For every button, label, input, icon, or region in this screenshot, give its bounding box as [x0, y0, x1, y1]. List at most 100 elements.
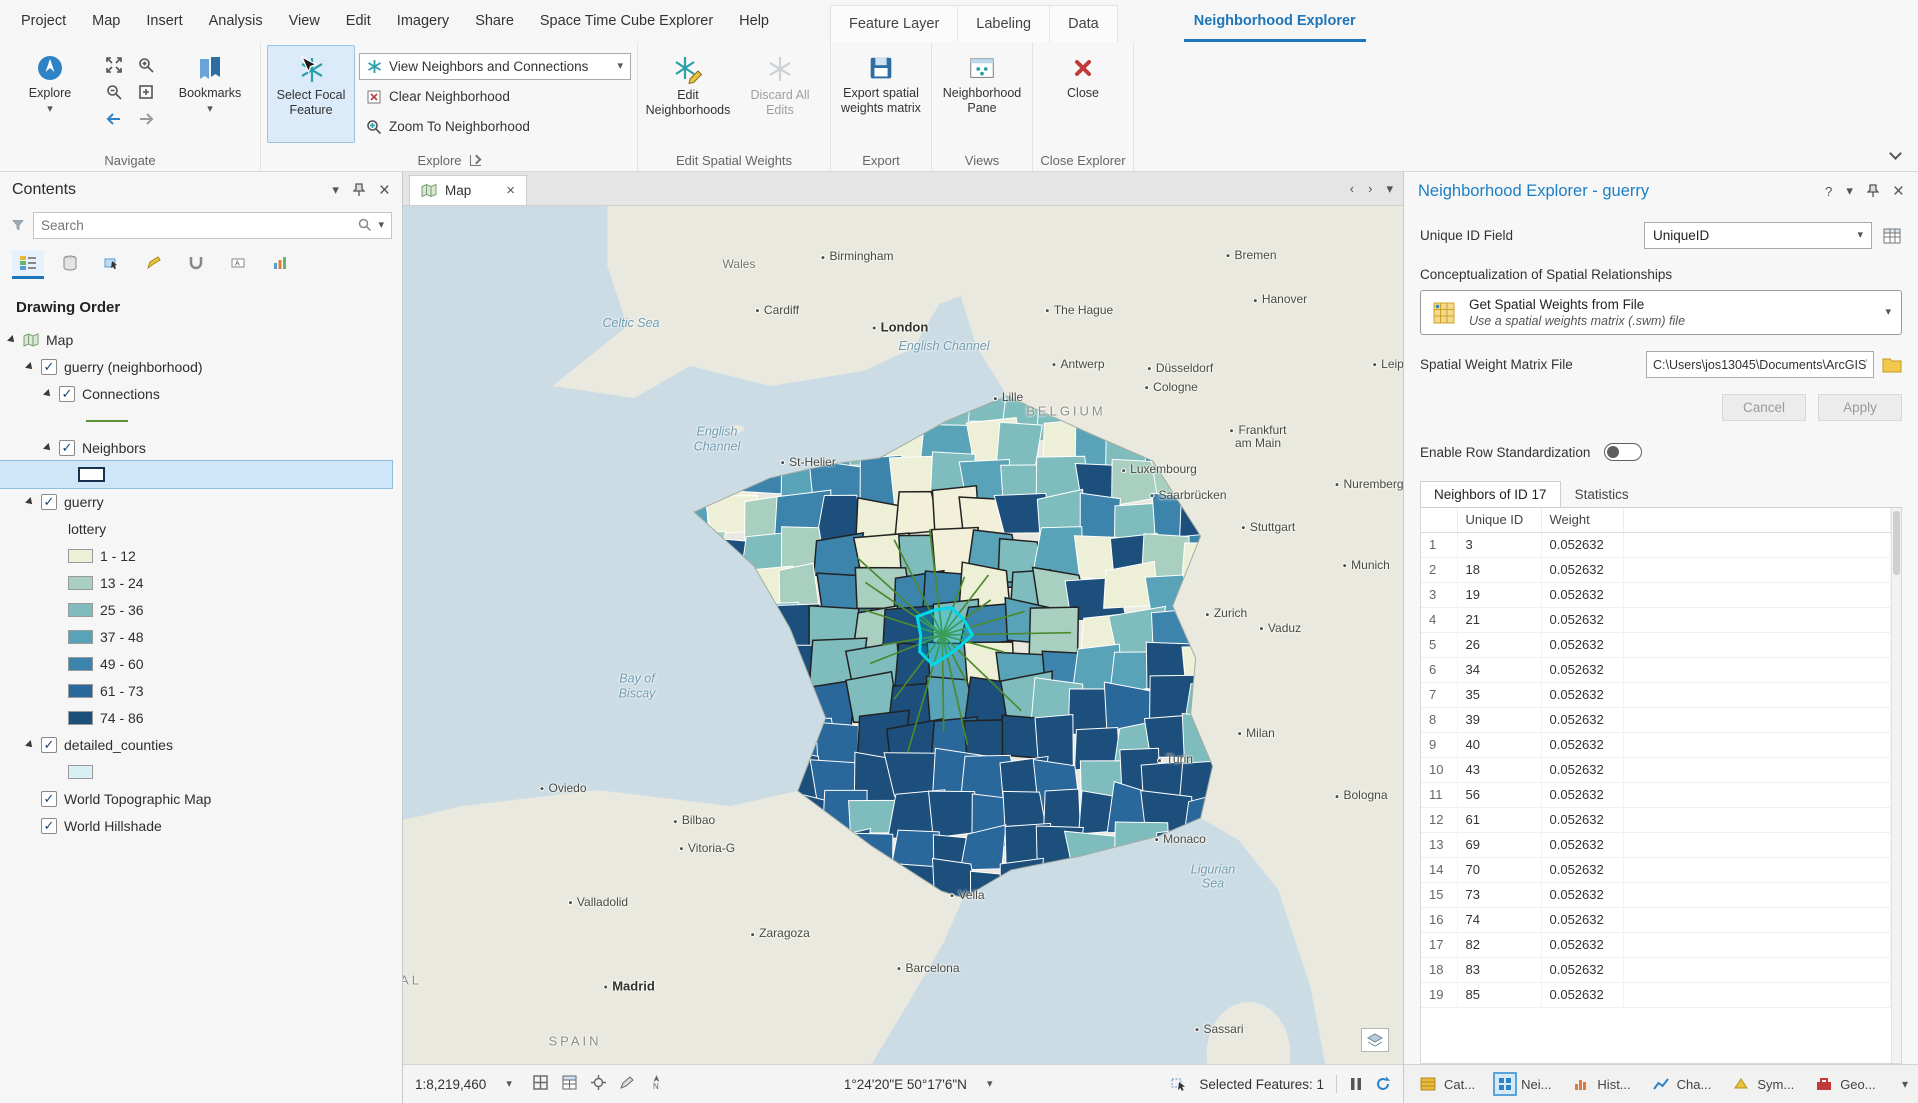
cancel-button[interactable]: Cancel [1722, 394, 1806, 421]
matrix-file-input[interactable] [1646, 351, 1874, 378]
close-tab-icon[interactable]: × [506, 183, 515, 198]
weight-row[interactable]: 3190.052632 [1421, 582, 1891, 607]
line-symbol[interactable] [86, 420, 128, 422]
expand-icon[interactable] [25, 362, 35, 372]
edit-neighborhoods-button[interactable]: Edit Neighborhoods [644, 45, 732, 143]
snap-crosshair-icon[interactable] [590, 1074, 607, 1094]
weight-row[interactable]: 10430.052632 [1421, 757, 1891, 782]
polygon-symbol[interactable] [78, 467, 105, 482]
weight-row[interactable]: 17820.052632 [1421, 932, 1891, 957]
layer-checkbox[interactable]: ✓ [41, 359, 57, 375]
apply-button[interactable]: Apply [1818, 394, 1902, 421]
menu-share[interactable]: Share [462, 0, 527, 42]
legend-item[interactable]: 61 - 73 [0, 677, 402, 704]
menu-space-time-cube-explorer[interactable]: Space Time Cube Explorer [527, 0, 726, 42]
legend-item[interactable]: 49 - 60 [0, 650, 402, 677]
tab-statistics[interactable]: Statistics [1561, 481, 1643, 507]
list-by-drawing-order-button[interactable] [12, 250, 44, 279]
menu-analysis[interactable]: Analysis [196, 0, 276, 42]
select-focal-feature-button[interactable]: Select Focal Feature [267, 45, 355, 143]
full-extent-icon[interactable] [105, 56, 123, 77]
weight-row[interactable]: 18830.052632 [1421, 957, 1891, 982]
tab-labeling[interactable]: Labeling [958, 6, 1050, 42]
legend-field-label[interactable]: lottery [0, 515, 402, 542]
dock-tab-geo[interactable]: Geo... [1806, 1071, 1883, 1097]
connections-symbol[interactable] [0, 407, 402, 434]
chevron-down-icon[interactable]: ▾ [1846, 183, 1853, 199]
layer-checkbox[interactable]: ✓ [41, 737, 57, 753]
weight-row[interactable]: 8390.052632 [1421, 707, 1891, 732]
layer-item-map[interactable]: Map [0, 326, 402, 353]
help-icon[interactable]: ? [1825, 184, 1832, 199]
map-overflow-button[interactable] [1361, 1028, 1389, 1052]
weight-row[interactable]: 9400.052632 [1421, 732, 1891, 757]
refresh-icon[interactable] [1375, 1076, 1391, 1092]
menu-project[interactable]: Project [8, 0, 79, 42]
layer-item-world-topographic-map[interactable]: ✓World Topographic Map [0, 785, 402, 812]
table-scrollbar[interactable] [1891, 508, 1901, 1063]
dock-tab-nei[interactable]: Nei... [1487, 1071, 1559, 1097]
close-explorer-button[interactable]: Close [1039, 45, 1127, 143]
edit-pencil-icon[interactable] [619, 1074, 636, 1094]
layer-checkbox[interactable]: ✓ [41, 494, 57, 510]
bookmarks-button[interactable]: Bookmarks ▾ [166, 45, 254, 143]
search-icon[interactable] [358, 218, 372, 232]
tab-data[interactable]: Data [1050, 6, 1117, 42]
weight-row[interactable]: 2180.052632 [1421, 557, 1891, 582]
list-by-source-button[interactable] [54, 250, 86, 279]
dock-tab-sym[interactable]: Sym... [1723, 1071, 1802, 1097]
legend-item[interactable] [0, 758, 402, 785]
layer-item-world-hillshade[interactable]: ✓World Hillshade [0, 812, 402, 839]
scroll-tabs-left-icon[interactable]: ‹ [1350, 181, 1354, 197]
scrollbar-thumb[interactable] [1893, 511, 1900, 575]
legend-item[interactable]: 1 - 12 [0, 542, 402, 569]
map-view-tab[interactable]: Map × [409, 175, 527, 205]
scale-dropdown[interactable]: 1:8,219,460 ▾ [415, 1077, 512, 1092]
zoom-to-neighborhood-button[interactable]: Zoom To Neighborhood [359, 113, 631, 140]
export-weights-button[interactable]: Export spatial weights matrix [837, 45, 925, 143]
browse-folder-icon[interactable] [1882, 356, 1902, 373]
tab-neighborhood-explorer[interactable]: Neighborhood Explorer [1176, 0, 1374, 42]
fixed-zoom-out-icon[interactable] [105, 83, 123, 104]
weight-row[interactable]: 7350.052632 [1421, 682, 1891, 707]
list-by-selection-button[interactable] [96, 250, 128, 279]
north-arrow-icon[interactable]: N [648, 1074, 665, 1094]
menu-view[interactable]: View [276, 0, 333, 42]
weight-row[interactable]: 5260.052632 [1421, 632, 1891, 657]
legend-item[interactable]: 13 - 24 [0, 569, 402, 596]
expand-icon[interactable] [25, 497, 35, 507]
header-weight[interactable]: Weight [1541, 508, 1623, 532]
list-by-snapping-button[interactable] [180, 250, 212, 279]
tab-feature-layer[interactable]: Feature Layer [831, 6, 958, 42]
layer-item-guerry-neighborhood[interactable]: ✓guerry (neighborhood) [0, 353, 402, 380]
explore-button[interactable]: Explore ▾ [6, 45, 94, 143]
layer-item-guerry[interactable]: ✓guerry [0, 488, 402, 515]
weight-row[interactable]: 15730.052632 [1421, 882, 1891, 907]
scroll-tabs-right-icon[interactable]: › [1368, 181, 1372, 197]
menu-help[interactable]: Help [726, 0, 782, 42]
weight-row[interactable]: 14700.052632 [1421, 857, 1891, 882]
search-input[interactable] [41, 218, 352, 233]
dock-tab-cha[interactable]: Cha... [1643, 1071, 1720, 1097]
close-icon[interactable]: × [1893, 182, 1904, 201]
menu-insert[interactable]: Insert [133, 0, 195, 42]
tab-list-icon[interactable]: ▾ [1386, 181, 1393, 197]
unique-id-dropdown[interactable]: UniqueID ▾ [1644, 222, 1872, 249]
weight-row[interactable]: 6340.052632 [1421, 657, 1891, 682]
view-neighbors-dropdown[interactable]: View Neighbors and Connections ▾ [359, 53, 631, 80]
map-canvas[interactable]: BirminghamWalesCardiffLondonCeltic SeaEn… [403, 206, 1403, 1064]
row-standardization-toggle[interactable] [1604, 443, 1642, 461]
dock-collapse-icon[interactable]: ▾ [1902, 1077, 1912, 1091]
pin-icon[interactable] [1867, 184, 1879, 198]
clear-neighborhood-button[interactable]: Clear Neighborhood [359, 83, 631, 110]
close-icon[interactable]: × [379, 181, 390, 200]
weight-row[interactable]: 11560.052632 [1421, 782, 1891, 807]
menu-map[interactable]: Map [79, 0, 133, 42]
legend-item[interactable]: 25 - 36 [0, 596, 402, 623]
fixed-zoom-in-icon[interactable] [137, 56, 155, 77]
table-icon[interactable] [561, 1074, 578, 1094]
layer-checkbox[interactable]: ✓ [41, 818, 57, 834]
layer-checkbox[interactable]: ✓ [41, 791, 57, 807]
next-extent-icon[interactable] [137, 110, 155, 131]
spatial-weights-method-dropdown[interactable]: Get Spatial Weights from File Use a spat… [1420, 290, 1902, 335]
